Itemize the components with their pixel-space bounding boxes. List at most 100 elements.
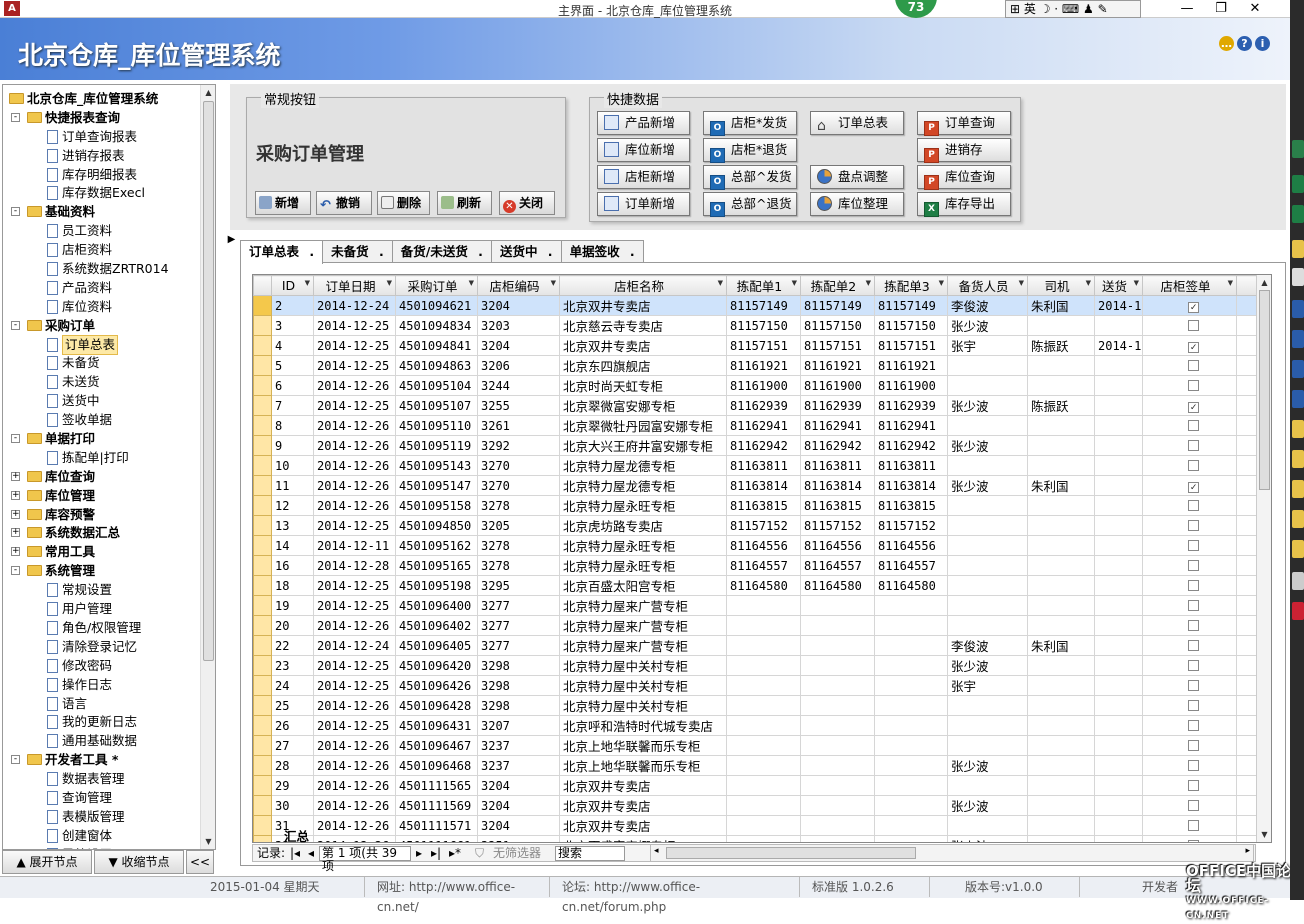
cell-9[interactable]: [1027, 715, 1095, 736]
next-record-icon[interactable]: ▸: [416, 845, 422, 862]
tree-item-15[interactable]: 送货中: [3, 392, 201, 411]
cell-11[interactable]: [1142, 375, 1237, 396]
column-header-9[interactable]: 司机 ▼: [1027, 275, 1095, 296]
cell-1[interactable]: 2014-12-24: [313, 295, 396, 316]
row-selector[interactable]: [253, 415, 272, 436]
cell-3[interactable]: 3207: [477, 715, 560, 736]
cell-1[interactable]: 2014-12-26: [313, 495, 396, 516]
table-row[interactable]: 28 2014-12-26 4501096468 3237 北京上地华联馨而乐专柜 张少波: [253, 755, 1257, 776]
cell-4[interactable]: 北京特力屋永旺专柜: [559, 535, 727, 556]
cell-0[interactable]: 9: [271, 435, 314, 456]
cell-7[interactable]: [874, 635, 948, 656]
scroll-thumb[interactable]: [666, 847, 916, 859]
cell-4[interactable]: 北京呼和浩特时代城专卖店: [559, 715, 727, 736]
cell-0[interactable]: 27: [271, 735, 314, 756]
cell-7[interactable]: 81163811: [874, 455, 948, 476]
cell-5[interactable]: 81163811: [726, 455, 801, 476]
cell-3[interactable]: 3203: [477, 315, 560, 336]
cell-5[interactable]: [726, 735, 801, 756]
desktop-icon[interactable]: [1292, 268, 1304, 286]
cell-0[interactable]: 13: [271, 515, 314, 536]
tree-item-4[interactable]: 库存数据Execl: [3, 184, 201, 203]
cell-10[interactable]: [1094, 515, 1143, 536]
cell-4[interactable]: 北京双井专卖店: [559, 815, 727, 836]
tree-item-29[interactable]: 修改密码: [3, 657, 201, 676]
cell-1[interactable]: 2014-12-26: [313, 375, 396, 396]
cell-8[interactable]: [947, 615, 1028, 636]
cell-6[interactable]: [800, 835, 875, 842]
cell-8[interactable]: [947, 815, 1028, 836]
quick-button-14[interactable]: X 库存导出: [917, 192, 1011, 217]
cell-1[interactable]: 2014-12-26: [313, 755, 396, 776]
column-header-3[interactable]: 店柜编码 ▼: [477, 275, 560, 296]
cell-0[interactable]: 4: [271, 335, 314, 356]
cell-3[interactable]: 3206: [477, 355, 560, 376]
ime-toolbar[interactable]: ⊞ 英 ☽ · ⌨ ♟ ✎: [1005, 0, 1141, 18]
cell-11[interactable]: [1142, 315, 1237, 336]
scroll-thumb[interactable]: [1259, 290, 1270, 490]
cell-2[interactable]: 4501096468: [395, 755, 478, 776]
quick-button-8[interactable]: O 总部^发货: [703, 165, 797, 190]
cell-11[interactable]: [1142, 695, 1237, 716]
cell-7[interactable]: [874, 815, 948, 836]
cell-7[interactable]: 81157150: [874, 315, 948, 336]
table-row[interactable]: 25 2014-12-26 4501096428 3298 北京特力屋中关村专柜: [253, 695, 1257, 716]
row-selector[interactable]: [253, 755, 272, 776]
cell-11[interactable]: [1142, 575, 1237, 596]
cell-11[interactable]: [1142, 715, 1237, 736]
cell-2[interactable]: 4501094621: [395, 295, 478, 316]
cell-4[interactable]: 北京特力屋永旺专柜: [559, 555, 727, 576]
cell-6[interactable]: 81162941: [800, 415, 875, 436]
tree-item-12[interactable]: 订单总表: [3, 334, 201, 355]
cell-5[interactable]: [726, 755, 801, 776]
cell-1[interactable]: 2014-12-11: [313, 535, 396, 556]
tree-group-5[interactable]: - 基础资料: [3, 203, 201, 222]
tree-group-21[interactable]: + 库容预警: [3, 506, 201, 525]
cell-8[interactable]: [947, 735, 1028, 756]
desktop-icon[interactable]: [1292, 205, 1304, 223]
table-row[interactable]: 24 2014-12-25 4501096426 3298 北京特力屋中关村专柜 张宇: [253, 675, 1257, 696]
cell-9[interactable]: [1027, 535, 1095, 556]
cell-7[interactable]: [874, 835, 948, 842]
cell-10[interactable]: [1094, 555, 1143, 576]
signed-checkbox[interactable]: [1188, 679, 1199, 691]
column-dropdown-icon[interactable]: ▼: [718, 279, 723, 287]
cell-0[interactable]: 23: [271, 655, 314, 676]
scroll-down-icon[interactable]: ▼: [201, 834, 216, 849]
column-dropdown-icon[interactable]: ▼: [939, 279, 944, 287]
cell-3[interactable]: 3277: [477, 615, 560, 636]
cell-6[interactable]: [800, 595, 875, 616]
cell-9[interactable]: [1027, 815, 1095, 836]
cell-0[interactable]: 14: [271, 535, 314, 556]
cell-0[interactable]: 2: [271, 295, 314, 316]
column-dropdown-icon[interactable]: ▼: [866, 279, 871, 287]
tree-item-6[interactable]: 员工资料: [3, 222, 201, 241]
cell-5[interactable]: 81164556: [726, 535, 801, 556]
expand-icon[interactable]: +: [11, 509, 20, 519]
cell-5[interactable]: [726, 795, 801, 816]
cell-3[interactable]: 3278: [477, 495, 560, 516]
grid-vertical-scrollbar[interactable]: ▲ ▼: [1256, 275, 1271, 842]
cell-2[interactable]: 4501095158: [395, 495, 478, 516]
column-header-11[interactable]: 店柜签单 ▼: [1142, 275, 1237, 296]
cell-5[interactable]: [726, 615, 801, 636]
desktop-icon[interactable]: [1292, 602, 1304, 620]
status-url[interactable]: 网址: http://www.office-cn.net/: [365, 877, 550, 914]
tree-group-20[interactable]: + 库位管理: [3, 487, 201, 506]
cell-5[interactable]: 81157151: [726, 335, 801, 356]
restore-icon[interactable]: ❐: [1204, 0, 1238, 18]
cell-11[interactable]: [1142, 515, 1237, 536]
cell-4[interactable]: 北京百盛太阳宫专柜: [559, 575, 727, 596]
column-dropdown-icon[interactable]: ▼: [1228, 279, 1233, 287]
table-row[interactable]: 3 2014-12-25 4501094834 3203 北京慈云寺专卖店 8115715…: [253, 315, 1257, 336]
row-selector[interactable]: [253, 735, 272, 756]
cell-5[interactable]: 81164580: [726, 575, 801, 596]
cell-5[interactable]: 81157152: [726, 515, 801, 536]
cell-0[interactable]: 26: [271, 715, 314, 736]
column-dropdown-icon[interactable]: ▼: [1134, 279, 1139, 287]
cell-4[interactable]: 北京百盛富安娜专柜: [559, 835, 727, 842]
table-row[interactable]: 10 2014-12-26 4501095143 3270 北京特力屋龙德专柜 81163…: [253, 455, 1257, 476]
add-button[interactable]: 新增: [255, 191, 311, 215]
cell-3[interactable]: 3205: [477, 515, 560, 536]
tree-group-34[interactable]: - 开发者工具 *: [3, 751, 201, 770]
